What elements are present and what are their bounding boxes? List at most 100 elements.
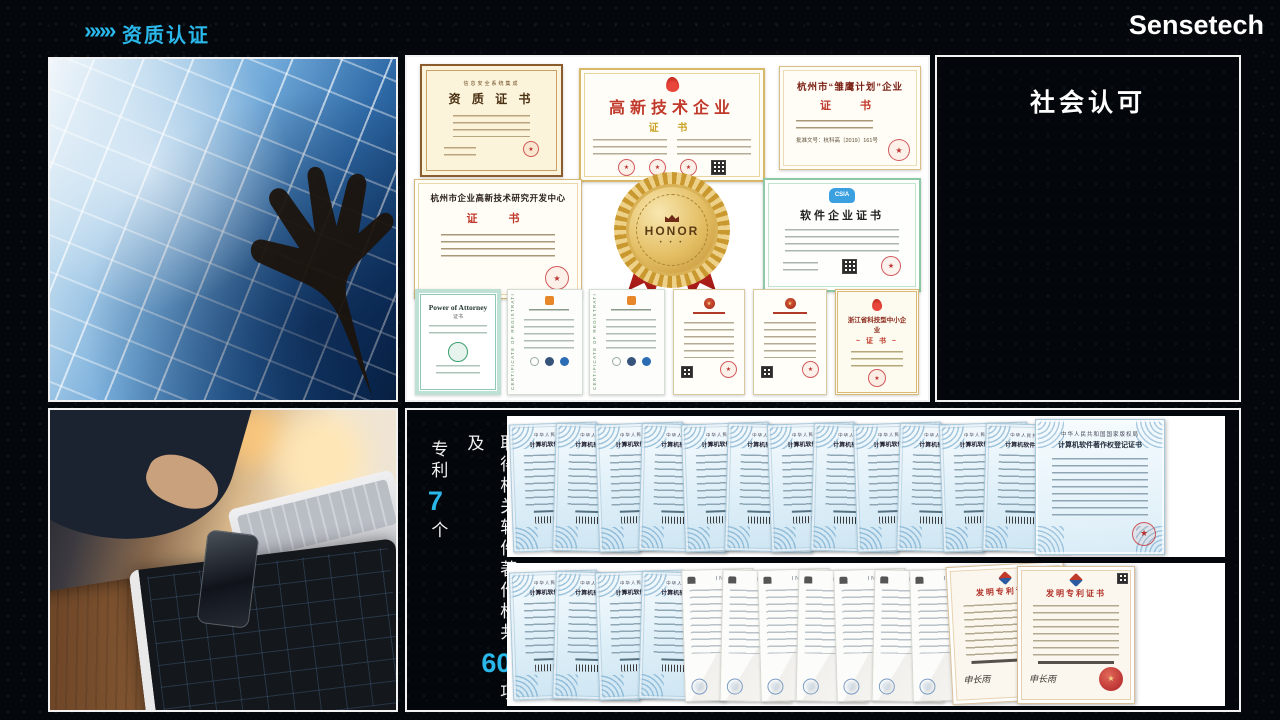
- cert-quality: 信息安全系统集成 资 质 证 书 ★: [420, 64, 563, 177]
- faux-text-lines: [785, 229, 899, 253]
- faux-text-lines: [851, 351, 903, 367]
- faux-text-lines: [429, 325, 487, 339]
- green-seal: [448, 342, 468, 362]
- qr-code: [1117, 573, 1128, 584]
- social-heading: 社会认可: [937, 83, 1239, 119]
- national-emblem: ★: [704, 298, 715, 309]
- divider-bar: [1038, 661, 1114, 664]
- red-seal: ★: [881, 256, 901, 276]
- cert-software-enterprise: CSIA 软件企业证书 ★: [763, 178, 921, 292]
- signature-row: 申长雨 ★: [1027, 667, 1125, 691]
- faux-title-line: [773, 312, 807, 317]
- patent-cert-title: 发明专利证书: [1027, 588, 1125, 599]
- qr-code: [681, 366, 693, 378]
- license-footer: ★: [681, 361, 737, 378]
- invention-patent-cert: 发明专利证书 申长雨 ★: [1017, 566, 1135, 704]
- zhejiang-subtitle: ~ 证 书 ~: [846, 336, 908, 346]
- cert-quality-header: 信息安全系统集成: [438, 80, 545, 87]
- copyright-certs-row-1: 中华人民共和国 计算机软件著作权 中华人民共和国 计算机软件著作权 中华人民共和…: [507, 416, 1225, 557]
- faux-text-lines: [441, 234, 555, 260]
- red-emblem-seal: ★: [1099, 667, 1123, 691]
- cert-software-footer: ★: [777, 256, 907, 276]
- coat-of-arms-icon: [687, 576, 695, 583]
- cert-quality-title: 资 质 证 书: [438, 90, 545, 107]
- cert-rd-center-subtitle: 证 书: [427, 210, 569, 226]
- patent-count-text: 专利7个: [427, 440, 447, 542]
- red-seal: ★: [868, 369, 886, 387]
- blue-round-seal: [767, 678, 783, 694]
- brand-logo: Sensetech: [1129, 10, 1264, 41]
- cert-hitech: 高新技术企业 证 书 ★ ★ ★: [579, 68, 765, 182]
- blue-round-seal: [843, 678, 859, 694]
- cert-quality-footer: ★: [438, 141, 545, 157]
- blue-round-seal: [727, 678, 743, 694]
- honor-medal: HONOR • • •: [610, 172, 734, 296]
- cert-license-1: ★ ★: [673, 289, 745, 395]
- faux-text-lines: [593, 139, 667, 155]
- signature: 申长雨: [963, 671, 991, 685]
- cert-country-line: 中华人民共和国国家版权局: [1044, 430, 1156, 438]
- license-footer: ★: [761, 361, 819, 378]
- cert-hitech-subtitle: 证 书: [593, 119, 751, 134]
- registration-side-text: CERTIFICATE OF REGISTRATION: [510, 294, 515, 390]
- cert-registration-2: CERTIFICATE OF REGISTRATION: [589, 289, 665, 395]
- cnipa-logo: [998, 571, 1012, 585]
- flame-emblem: [871, 299, 882, 312]
- medal-inner-ring: [636, 194, 708, 266]
- cert-chuying: 杭州市“雏鹰计划”企业 证 书 批准文号：杭科高〔2019〕161号 ★: [779, 66, 921, 170]
- accreditation-seals: [521, 357, 577, 366]
- faux-title-line: [529, 309, 568, 314]
- patent-text: 专利: [428, 440, 447, 482]
- qr-code: [842, 259, 857, 274]
- qr-code: [761, 366, 773, 378]
- faux-text-lines: [677, 139, 751, 155]
- cert-power-of-attorney: Power of Attorney 证书: [415, 289, 501, 395]
- accreditation-seals: [603, 357, 659, 366]
- national-emblem: ★: [785, 298, 796, 309]
- faux-text-lines: [436, 365, 481, 374]
- registration-side-text: CERTIFICATE OF REGISTRATION: [592, 294, 597, 390]
- registrar-logo: [627, 296, 636, 305]
- cert-hitech-body: [593, 139, 751, 155]
- chevrons-icon: »»»: [84, 19, 113, 42]
- medal-core: HONOR • • •: [626, 184, 718, 276]
- faux-text-lines: [796, 120, 873, 134]
- blue-round-seal: [879, 678, 895, 694]
- coat-of-arms-icon: [763, 576, 771, 583]
- cert-title-line: 计算机软件著作权登记证书: [1044, 440, 1156, 450]
- patents-panel: 取得相关软件著作权共60+项及 专利7个 中华人民共和国 计算机软件著作权 中华…: [405, 408, 1241, 712]
- software-copyright-cert-large: 中华人民共和国国家版权局 计算机软件著作权登记证书 ★: [1035, 419, 1165, 555]
- cert-hitech-title: 高新技术企业: [593, 94, 751, 118]
- poa-subtitle: 证书: [426, 313, 490, 320]
- faux-text-lines: [453, 115, 530, 137]
- coat-of-arms-icon: [915, 576, 923, 583]
- poa-title: Power of Attorney: [426, 303, 490, 312]
- cert-rd-center-title: 杭州市企业高新技术研究开发中心: [427, 192, 569, 204]
- red-seal: ★: [523, 141, 539, 157]
- faux-text-lines: [783, 262, 818, 271]
- patent-count: 7: [428, 488, 443, 515]
- social-recognition-panel: 社会认可: [935, 55, 1241, 402]
- faux-title-line: [693, 312, 725, 317]
- cnipa-logo: [1069, 572, 1083, 586]
- coat-of-arms-icon: [880, 576, 888, 583]
- signature: 申长雨: [1029, 672, 1056, 685]
- red-seal: ★: [1132, 522, 1156, 546]
- faux-text-lines: [684, 322, 734, 358]
- cert-rd-center: 杭州市企业高新技术研究开发中心 证 书 ★: [414, 179, 582, 299]
- tablet-blueprint-lines: [147, 547, 398, 712]
- flame-emblem: [665, 76, 679, 92]
- registrar-logo: [545, 296, 554, 305]
- hand-silhouette: [144, 136, 398, 402]
- cert-software-title: 软件企业证书: [777, 207, 907, 223]
- red-seal: ★: [888, 139, 910, 161]
- faux-text-lines: [606, 319, 655, 353]
- photo-video-wall: [48, 57, 398, 402]
- red-seal: ★: [720, 361, 737, 378]
- blue-round-seal: [803, 678, 819, 694]
- red-seal: ★: [802, 361, 819, 378]
- faux-text-lines: [524, 319, 573, 353]
- faux-text-lines: [764, 322, 816, 358]
- red-seal: ★: [545, 266, 569, 290]
- cert-zhejiang-sme: 浙江省科技型中小企业 ~ 证 书 ~ ★: [835, 289, 919, 395]
